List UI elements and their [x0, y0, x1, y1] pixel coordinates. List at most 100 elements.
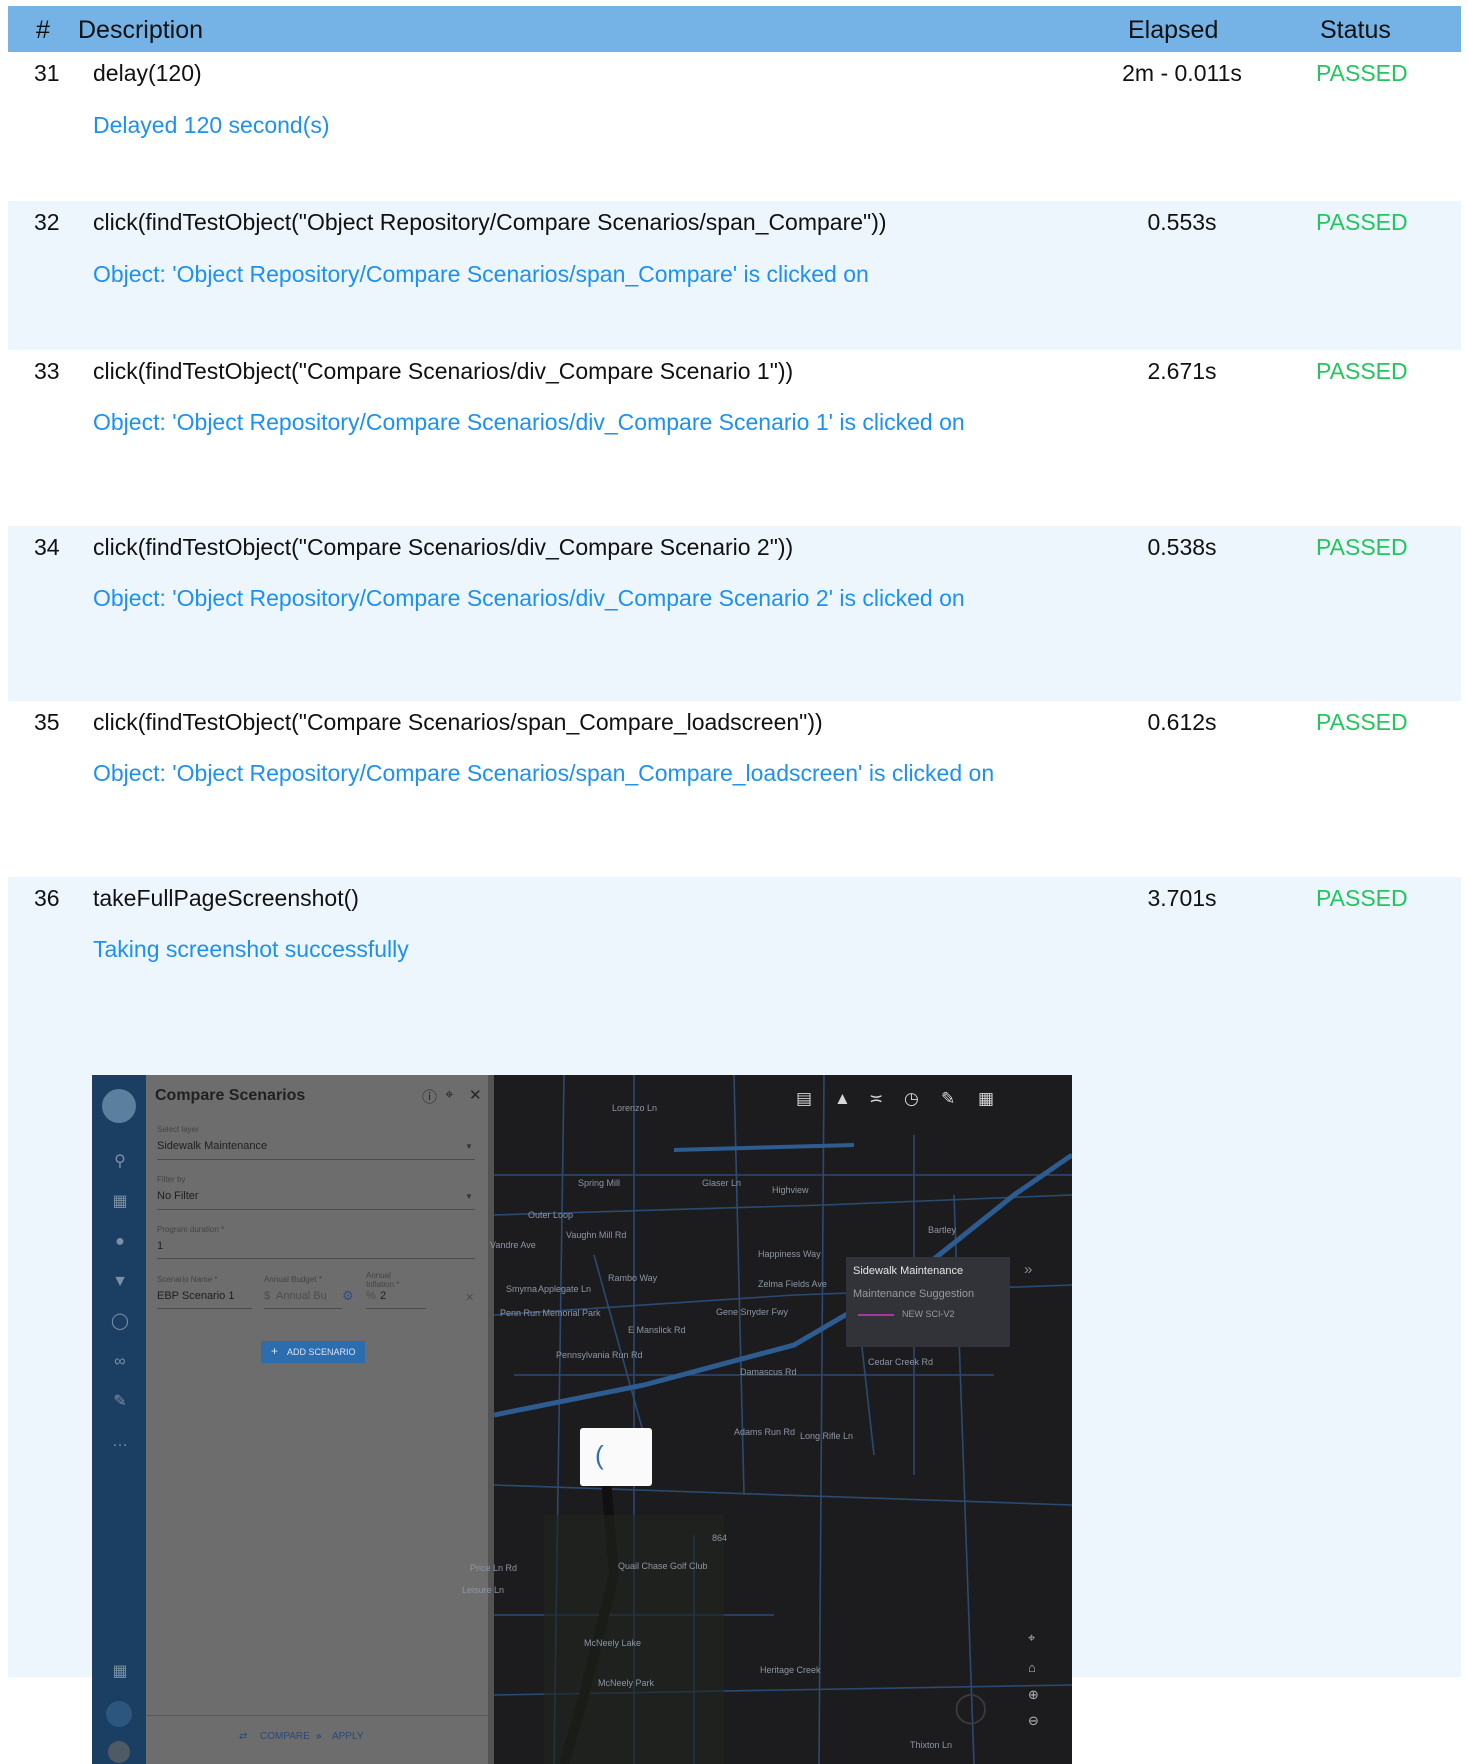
expand-icon[interactable]: ⌖ — [445, 1086, 453, 1103]
legend-collapse-icon[interactable]: » — [1024, 1261, 1032, 1278]
table-icon[interactable]: ▤ — [796, 1089, 812, 1109]
table-row: 31 delay(120) 2m - 0.011s PASSED Delayed… — [8, 52, 1461, 201]
inflation-prefix: % — [366, 1290, 376, 1302]
map-street-label: Happiness Way — [758, 1249, 821, 1259]
layers-icon[interactable]: ≍ — [869, 1089, 883, 1109]
map-street-label: E Manslick Rd — [628, 1325, 686, 1335]
bell-icon[interactable]: ▲ — [834, 1089, 851, 1109]
embedded-screenshot: ⚲ ▦ ● ▼ ◯ ∞ ✎ … ▦ Compare Scenarios ⓘ ⌖ … — [92, 1075, 1072, 1764]
step-number: 31 — [34, 60, 60, 86]
map-street-label: Vaughn Mill Rd — [566, 1230, 627, 1240]
header-elapsed: Elapsed — [1128, 16, 1219, 44]
divider — [157, 1209, 475, 1210]
step-elapsed: 3.701s — [1147, 885, 1217, 911]
table-row: 35 click(findTestObject("Compare Scenari… — [8, 701, 1461, 877]
map-street-label: Long Rifle Ln — [800, 1431, 854, 1441]
map-street-label: Bartley — [928, 1225, 957, 1235]
app-logo-icon — [102, 1089, 136, 1123]
app-sidebar: ⚲ ▦ ● ▼ ◯ ∞ ✎ … ▦ — [92, 1075, 146, 1764]
fullscreen-icon[interactable]: ⌖ — [1028, 1630, 1035, 1646]
panel-title: Compare Scenarios — [155, 1087, 306, 1104]
compass-icon[interactable]: ◯ — [954, 1690, 988, 1725]
divider — [157, 1308, 252, 1309]
help-icon[interactable]: ⓘ — [422, 1086, 437, 1107]
step-status: PASSED — [1316, 358, 1408, 384]
budget-input[interactable]: Annual Bu — [276, 1290, 327, 1302]
budget-prefix: $ — [264, 1290, 271, 1302]
step-elapsed: 0.612s — [1147, 709, 1217, 735]
history-icon[interactable]: ◷ — [904, 1089, 919, 1109]
grid-icon: ▦ — [112, 1663, 128, 1680]
map-street-label: McNeely Park — [598, 1678, 655, 1688]
duration-input[interactable]: 1 — [157, 1240, 163, 1252]
map-street-label: Applegate Ln — [538, 1284, 592, 1294]
map-street-label: Zelma Fields Ave — [758, 1279, 827, 1289]
map-street-label: McNeely Lake — [584, 1638, 642, 1648]
panel-footer: ⇄ COMPARE » APPLY — [146, 1715, 488, 1764]
divider — [366, 1308, 426, 1309]
measure-icon[interactable]: ✎ — [941, 1089, 955, 1109]
compare-button[interactable]: COMPARE — [260, 1731, 310, 1742]
map-street-label: Damascus Rd — [740, 1367, 797, 1377]
zoom-in-icon[interactable]: ⊕ — [1028, 1687, 1039, 1703]
budget-label: Annual Budget * — [264, 1275, 322, 1284]
map-street-label: Penn Run Memorial Park — [500, 1308, 601, 1318]
step-number: 34 — [34, 534, 60, 560]
map-street-label: Gene Snyder Fwy — [716, 1307, 789, 1317]
duration-label: Program duration * — [157, 1225, 225, 1234]
map-street-label: Glaser Ln — [702, 1178, 742, 1188]
step-message: Object: 'Object Repository/Compare Scena… — [93, 409, 965, 435]
step-status: PASSED — [1316, 534, 1408, 560]
close-icon[interactable]: ✕ — [469, 1086, 482, 1104]
filter-icon: ▼ — [112, 1273, 128, 1290]
map-street-label: Smyrna — [506, 1284, 538, 1294]
table-row: 32 click(findTestObject("Object Reposito… — [8, 201, 1461, 350]
map-street-label: Vandre Ave — [490, 1240, 536, 1250]
compare-scenarios-panel: Compare Scenarios ⓘ ⌖ ✕ Select layer Sid… — [146, 1075, 488, 1764]
inflation-input[interactable]: 2 — [380, 1290, 386, 1302]
gear-icon[interactable]: ⚙ — [342, 1288, 354, 1304]
scenario-name-input[interactable]: EBP Scenario 1 — [157, 1290, 234, 1302]
add-scenario-button[interactable]: + ADD SCENARIO — [261, 1341, 365, 1363]
header-num: # — [36, 16, 50, 44]
home-icon[interactable]: ⌂ — [1028, 1660, 1036, 1675]
table-row: 34 click(findTestObject("Compare Scenari… — [8, 526, 1461, 701]
user-avatar — [108, 1741, 130, 1763]
spinner-icon: ( — [595, 1440, 604, 1470]
step-description: click(findTestObject("Object Repository/… — [93, 209, 887, 235]
map-street-label: Heritage Creek — [760, 1665, 821, 1675]
select-layer-dropdown[interactable]: Sidewalk Maintenance — [157, 1140, 267, 1152]
step-description: click(findTestObject("Compare Scenarios/… — [93, 358, 794, 384]
step-message: Object: 'Object Repository/Compare Scena… — [93, 261, 869, 287]
divider — [157, 1159, 475, 1160]
map-street-label: Cedar Creek Rd — [868, 1357, 934, 1367]
add-scenario-label: ADD SCENARIO — [287, 1347, 356, 1357]
apply-button[interactable]: APPLY — [332, 1731, 364, 1742]
map-street-label: Thixton Ln — [910, 1740, 953, 1750]
legend-title: Sidewalk Maintenance — [853, 1265, 964, 1277]
select-layer-label: Select layer — [157, 1125, 199, 1134]
basemap-grid-icon[interactable]: ▦ — [978, 1089, 994, 1109]
inflation-label-line1: Annual — [366, 1271, 391, 1280]
step-number: 32 — [34, 209, 60, 235]
remove-scenario-icon[interactable]: ✕ — [465, 1291, 474, 1304]
legend-subtitle: Maintenance Suggestion — [853, 1288, 975, 1300]
step-status: PASSED — [1316, 60, 1408, 86]
user-icon: ● — [115, 1233, 125, 1250]
zoom-out-icon[interactable]: ⊖ — [1028, 1713, 1039, 1729]
divider — [264, 1308, 342, 1309]
step-status: PASSED — [1316, 885, 1408, 911]
edit-icon: ✎ — [113, 1393, 127, 1410]
header-description: Description — [78, 16, 204, 44]
legend-item: NEW SCI-V2 — [902, 1309, 955, 1319]
map-street-label: Spring Mill — [578, 1178, 621, 1188]
filter-dropdown[interactable]: No Filter — [157, 1190, 199, 1202]
map-street-label: Price Ln Rd — [470, 1563, 518, 1573]
step-description: delay(120) — [93, 60, 202, 86]
step-status: PASSED — [1316, 209, 1408, 235]
step-message: Object: 'Object Repository/Compare Scena… — [93, 585, 965, 611]
search-icon: ⚲ — [114, 1153, 126, 1170]
map-street-label: Outer Loop — [528, 1210, 574, 1220]
step-elapsed: 2m - 0.011s — [1122, 60, 1242, 86]
step-elapsed: 0.553s — [1147, 209, 1217, 235]
